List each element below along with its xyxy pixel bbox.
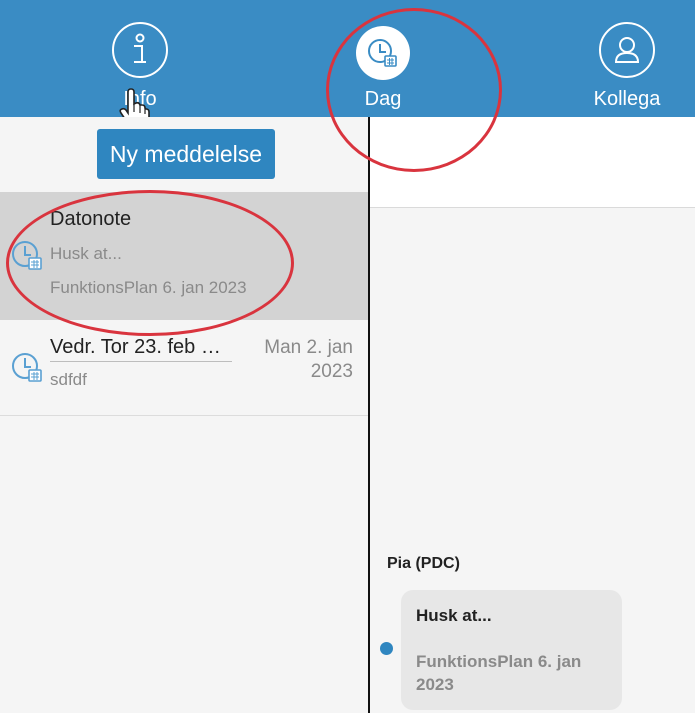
nav-day-label: Dag <box>364 88 402 110</box>
message-title: Datonote <box>50 208 132 230</box>
message-date: Man 2. jan 2023 <box>264 336 353 384</box>
user-icon <box>599 22 655 78</box>
row-divider <box>0 415 368 416</box>
clock-calendar-icon <box>12 241 42 270</box>
clock-calendar-icon <box>12 353 42 382</box>
message-list-panel: Ny meddelelse Datonote Husk at... Funkti… <box>0 117 368 713</box>
message-meta: FunktionsPlan 6. jan 2023 <box>50 278 247 297</box>
unread-dot <box>380 642 393 655</box>
nav-colleague[interactable]: Kollega <box>557 0 695 117</box>
message-title: Vedr. Tor 23. feb … <box>50 336 232 362</box>
message-preview: Husk at... <box>50 244 122 263</box>
nav-day[interactable]: Dag <box>313 0 453 117</box>
info-icon <box>112 22 168 78</box>
message-bubble[interactable]: Husk at... FunktionsPlan 6. jan 2023 <box>401 590 622 710</box>
message-item[interactable]: Vedr. Tor 23. feb … sdfdf Man 2. jan 202… <box>0 320 368 415</box>
new-message-button[interactable]: Ny meddelelse <box>97 129 275 179</box>
nav-colleague-label: Kollega <box>593 88 661 110</box>
clock-calendar-icon <box>356 26 410 80</box>
message-preview: sdfdf <box>50 370 87 389</box>
message-date-line2: 2023 <box>310 361 353 382</box>
message-item[interactable]: Datonote Husk at... FunktionsPlan 6. jan… <box>0 192 368 320</box>
top-navigation-bar: Info Dag Kollega <box>0 0 695 128</box>
bubble-title: Husk at... <box>416 606 492 625</box>
sender-name: Pia (PDC) <box>387 555 460 572</box>
message-date-line1: Man 2. jan <box>264 337 353 358</box>
bubble-meta: FunktionsPlan 6. jan 2023 <box>416 652 582 694</box>
conversation-header <box>370 117 695 208</box>
conversation-panel: Pia (PDC) Husk at... FunktionsPlan 6. ja… <box>370 117 695 713</box>
